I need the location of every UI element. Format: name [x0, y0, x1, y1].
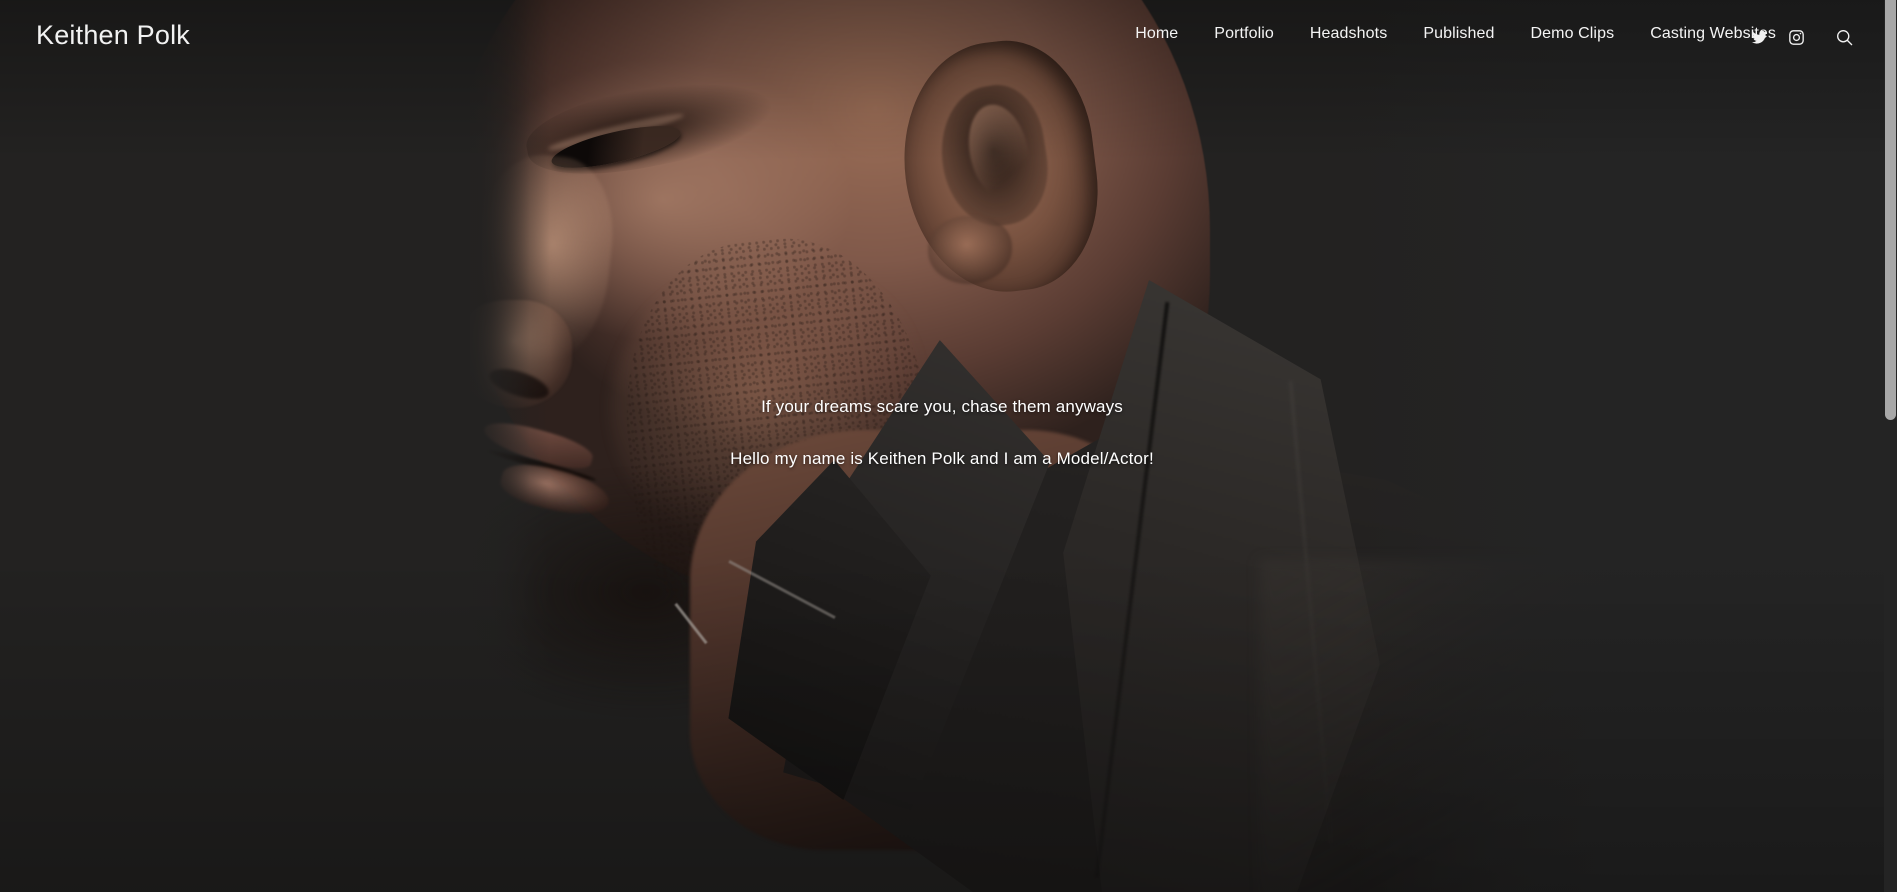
- photo-right-fade: [1350, 0, 1610, 892]
- main-navigation: Home Portfolio Headshots Published Demo …: [1135, 26, 1776, 42]
- page-scrollbar-track[interactable]: [1884, 0, 1897, 892]
- nav-item-portfolio[interactable]: Portfolio: [1214, 26, 1274, 42]
- nav-item-published[interactable]: Published: [1423, 26, 1494, 42]
- nav-item-headshots[interactable]: Headshots: [1310, 26, 1387, 42]
- nav-item-demo-clips[interactable]: Demo Clips: [1531, 26, 1615, 42]
- browser-viewport: If your dreams scare you, chase them any…: [0, 0, 1897, 892]
- nav-item-home[interactable]: Home: [1135, 26, 1178, 42]
- site-header: Keithen Polk Home Portfolio Headshots Pu…: [0, 0, 1884, 72]
- header-icon-group: [1750, 28, 1854, 47]
- right-dark-panel: [1610, 0, 1897, 892]
- left-panel-fade: [440, 0, 530, 892]
- twitter-icon[interactable]: [1750, 29, 1768, 47]
- search-icon[interactable]: [1835, 28, 1854, 47]
- instagram-icon[interactable]: [1787, 29, 1805, 47]
- hero-portrait-photo: [430, 0, 1610, 892]
- site-logo[interactable]: Keithen Polk: [36, 22, 190, 49]
- page-scrollbar-thumb[interactable]: [1885, 0, 1896, 420]
- left-dark-panel: [0, 0, 470, 892]
- hero-section: [0, 0, 1897, 892]
